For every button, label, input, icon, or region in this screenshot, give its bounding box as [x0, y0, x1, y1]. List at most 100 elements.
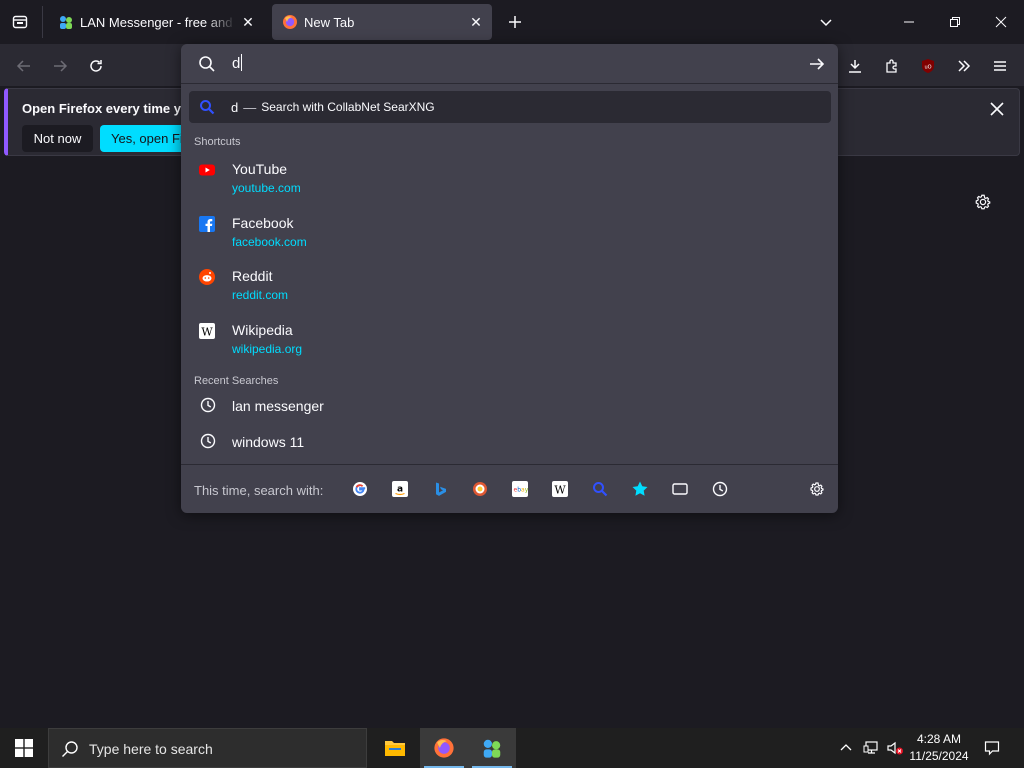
- searxng-engine-button[interactable]: [591, 480, 609, 498]
- search-icon: [62, 741, 78, 757]
- google-icon: [353, 482, 367, 496]
- volume-tray-button[interactable]: [884, 728, 906, 768]
- shortcut-url: facebook.com: [232, 235, 307, 249]
- tab-strip: LAN Messenger - free and open source ✕ N…: [0, 0, 1024, 44]
- recent-search-item[interactable]: windows 11: [189, 429, 831, 457]
- bing-engine-button[interactable]: [431, 480, 449, 498]
- wikipedia-engine-button[interactable]: W: [551, 480, 569, 498]
- clock-time: 4:28 AM: [916, 732, 962, 746]
- shortcut-facebook[interactable]: Facebook facebook.com: [189, 213, 831, 263]
- urlbar-input-row: d: [181, 44, 838, 84]
- notification-close-button[interactable]: [985, 97, 1009, 121]
- lan-messenger-icon: [483, 739, 501, 758]
- arrow-right-icon: [810, 58, 825, 70]
- amazon-engine-button[interactable]: a: [391, 480, 409, 498]
- taskbar-search-box[interactable]: Type here to search: [48, 728, 367, 768]
- svg-text:ebay: ebay: [514, 487, 529, 494]
- shortcut-url: youtube.com: [232, 181, 301, 195]
- firefox-icon: [434, 738, 454, 758]
- newtab-settings-button[interactable]: [972, 191, 994, 213]
- reload-icon: [90, 60, 102, 72]
- shortcuts-heading: Shortcuts: [194, 136, 241, 148]
- tabs-search-button[interactable]: [671, 480, 689, 498]
- chevron-up-icon: [840, 744, 852, 751]
- not-now-button[interactable]: Not now: [22, 125, 93, 152]
- svg-text:uO: uO: [924, 65, 931, 71]
- minimize-button[interactable]: [895, 8, 923, 36]
- shortcut-url: wikipedia.org: [232, 342, 303, 356]
- svg-text:W: W: [201, 326, 213, 339]
- svg-text:a: a: [397, 485, 403, 495]
- taskbar-lan-messenger[interactable]: [468, 728, 516, 768]
- taskbar-file-explorer[interactable]: [371, 728, 419, 768]
- google-engine-button[interactable]: [351, 480, 369, 498]
- shortcut-wikipedia[interactable]: W Wikipedia wikipedia.org: [189, 320, 831, 370]
- firefox-view-button[interactable]: [6, 8, 34, 36]
- shortcut-title: Wikipedia: [232, 322, 293, 338]
- close-window-button[interactable]: [987, 8, 1015, 36]
- back-button[interactable]: [10, 52, 38, 80]
- clock-date: 11/25/2024: [909, 749, 969, 763]
- extensions-button[interactable]: [878, 52, 906, 80]
- notification-center-button[interactable]: [978, 728, 1006, 768]
- taskbar-firefox[interactable]: [420, 728, 468, 768]
- start-button[interactable]: [0, 728, 48, 768]
- go-button[interactable]: [806, 53, 828, 75]
- search-settings-button[interactable]: [808, 480, 826, 498]
- close-tab-icon[interactable]: ✕: [236, 10, 260, 34]
- bookmarks-search-button[interactable]: [631, 480, 649, 498]
- windows-taskbar: Type here to search 4:28 AM 11/25/2024: [0, 728, 1024, 768]
- recent-search-text: windows 11: [232, 434, 305, 450]
- forward-button[interactable]: [46, 52, 74, 80]
- close-tab-icon[interactable]: ✕: [464, 10, 488, 34]
- shortcut-url: reddit.com: [232, 288, 289, 302]
- shortcut-title: YouTube: [232, 161, 288, 177]
- shortcut-youtube[interactable]: YouTube youtube.com: [189, 159, 831, 209]
- ublock-button[interactable]: uO: [914, 52, 942, 80]
- wikipedia-icon: W: [199, 323, 215, 339]
- bing-icon: [436, 482, 446, 496]
- network-tray-button[interactable]: [860, 728, 882, 768]
- gear-icon: [975, 194, 991, 210]
- ebay-icon: ebay: [512, 481, 528, 497]
- searxng-icon: [200, 100, 215, 115]
- youtube-icon: [199, 164, 215, 176]
- reload-button[interactable]: [82, 52, 110, 80]
- duckduckgo-engine-button[interactable]: [471, 480, 489, 498]
- app-menu-button[interactable]: [986, 52, 1014, 80]
- close-icon: [995, 16, 1007, 28]
- yes-open-firefox-button[interactable]: Yes, open Firefox: [100, 125, 190, 152]
- ebay-engine-button[interactable]: ebay: [511, 480, 529, 498]
- plus-icon: [509, 16, 521, 28]
- firefox-icon: [283, 15, 297, 29]
- new-tab-button[interactable]: [503, 10, 527, 34]
- text-caret: [241, 54, 243, 71]
- recent-searches-heading: Recent Searches: [194, 375, 279, 387]
- urlbar-input[interactable]: d: [232, 54, 243, 72]
- tab-title: New Tab: [304, 14, 355, 30]
- tab-lan-messenger[interactable]: LAN Messenger - free and open source ✕: [48, 4, 264, 40]
- network-icon: [863, 741, 878, 754]
- history-icon: [712, 481, 728, 497]
- restore-button[interactable]: [941, 8, 969, 36]
- tab-icon: [672, 483, 688, 495]
- restore-icon: [950, 17, 960, 27]
- history-search-button[interactable]: [711, 480, 729, 498]
- downloads-button[interactable]: [841, 52, 869, 80]
- back-arrow-icon: [16, 60, 30, 72]
- list-all-tabs-button[interactable]: [812, 8, 840, 36]
- puzzle-icon: [886, 59, 897, 73]
- tab-title: LAN Messenger - free and open source: [80, 14, 236, 30]
- minimize-icon: [904, 21, 914, 23]
- one-off-search-bar: This time, search with: a ebay W: [181, 464, 838, 513]
- tab-new-tab[interactable]: New Tab ✕: [272, 4, 492, 40]
- result-separator: —: [243, 99, 257, 115]
- taskbar-clock[interactable]: 4:28 AM 11/25/2024: [908, 731, 970, 765]
- shortcut-reddit[interactable]: Reddit reddit.com: [189, 266, 831, 316]
- recent-search-item[interactable]: lan messenger: [189, 393, 831, 421]
- show-hidden-icons-button[interactable]: [836, 728, 856, 768]
- taskbar-search-placeholder: Type here to search: [89, 741, 213, 757]
- more-tools-button[interactable]: [950, 52, 978, 80]
- heuristic-search-result[interactable]: d — Search with CollabNet SearXNG: [189, 91, 831, 123]
- shortcut-title: Reddit: [232, 268, 273, 284]
